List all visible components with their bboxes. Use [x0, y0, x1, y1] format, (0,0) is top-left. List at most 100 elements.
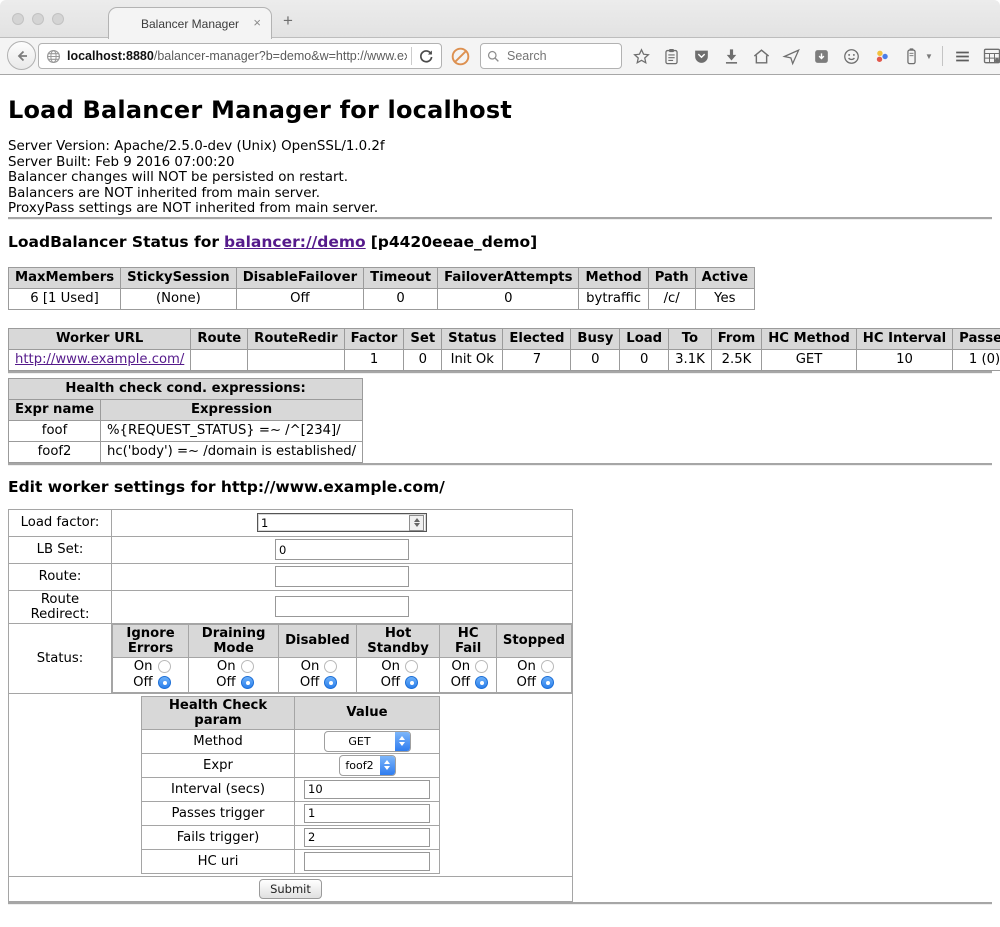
- hc-passes-label: Passes trigger: [142, 801, 295, 825]
- window-close-button[interactable]: [12, 13, 24, 25]
- window-controls: [12, 13, 64, 25]
- url-text: localhost:8880/balancer-manager?b=demo&w…: [67, 49, 407, 63]
- reader-grid-icon[interactable]: [982, 46, 1000, 67]
- divider: [8, 371, 992, 374]
- route-row: Route:: [9, 563, 573, 590]
- search-input[interactable]: [505, 48, 615, 64]
- proxypass-notice-line: ProxyPass settings are NOT inherited fro…: [8, 201, 992, 217]
- edit-worker-form: Load factor: 1 LB Set: Route: Route Redi…: [8, 509, 573, 902]
- hamburger-menu-icon[interactable]: [952, 46, 973, 67]
- hc-uri-input[interactable]: [304, 852, 430, 871]
- page-title: Load Balancer Manager for localhost: [8, 96, 992, 124]
- hc-interval-label: Interval (secs): [142, 777, 295, 801]
- hc-fail-on-radio[interactable]: [475, 660, 488, 673]
- lb-status-data-row: 6 [1 Used] (None) Off 0 0 bytraffic /c/ …: [9, 288, 755, 309]
- lb-status-heading: LoadBalancer Status forbalancer://demo[p…: [8, 233, 992, 251]
- hc-method-label: Method: [142, 729, 295, 753]
- select-stepper-icon: [380, 756, 395, 775]
- draining-mode-on-radio[interactable]: [241, 660, 254, 673]
- status-label: Status:: [9, 623, 112, 693]
- route-input[interactable]: [275, 566, 409, 587]
- stopped-off-radio[interactable]: [541, 676, 554, 689]
- globe-icon: [46, 49, 61, 64]
- bookmark-star-icon[interactable]: [631, 46, 652, 67]
- search-icon: [487, 50, 500, 63]
- divider: [8, 463, 992, 466]
- route-redirect-input[interactable]: [275, 596, 409, 617]
- feedback-smiley-icon[interactable]: [841, 46, 862, 67]
- ignore-errors-off-radio[interactable]: [158, 676, 171, 689]
- divider: [8, 902, 992, 905]
- lb-set-input[interactable]: [275, 539, 409, 560]
- battery-addon-icon[interactable]: [901, 46, 922, 67]
- url-divider: [411, 47, 412, 65]
- load-factor-row: Load factor: 1: [9, 509, 573, 536]
- chevron-down-icon[interactable]: ▼: [925, 52, 933, 61]
- worker-url-link[interactable]: http://www.example.com/: [15, 352, 184, 367]
- tab-bar: Balancer Manager × +: [0, 0, 1000, 38]
- reload-icon[interactable]: [418, 48, 434, 64]
- colorful-dots-addon-icon[interactable]: [871, 46, 892, 67]
- lb-set-label: LB Set:: [9, 536, 112, 563]
- window-minimize-button[interactable]: [32, 13, 44, 25]
- window-zoom-button[interactable]: [52, 13, 64, 25]
- hc-interval-input[interactable]: [304, 780, 430, 799]
- back-arrow-icon: [14, 48, 30, 64]
- hc-expression-row: foof2 hc('body') =~ /domain is establish…: [9, 441, 363, 462]
- downloads-icon[interactable]: [721, 46, 742, 67]
- hc-uri-label: HC uri: [142, 849, 295, 873]
- hc-params-row: Health Check param Value Method GET: [9, 693, 573, 876]
- home-icon[interactable]: [751, 46, 772, 67]
- route-redirect-label: Route Redirect:: [9, 590, 112, 623]
- hc-fails-input[interactable]: [304, 828, 430, 847]
- hot-standby-off-radio[interactable]: [405, 676, 418, 689]
- tab-title: Balancer Manager: [141, 17, 239, 31]
- send-tab-icon[interactable]: [781, 46, 802, 67]
- new-tab-button[interactable]: +: [283, 11, 293, 31]
- server-info: Server Version: Apache/2.5.0-dev (Unix) …: [8, 139, 992, 217]
- status-table: Ignore Errors Draining Mode Disabled Hot…: [112, 624, 572, 693]
- disabled-on-radio[interactable]: [324, 660, 337, 673]
- hc-expressions-header-row: Expr name Expression: [9, 399, 363, 420]
- select-stepper-icon: [395, 732, 410, 751]
- search-bar[interactable]: [480, 43, 622, 69]
- save-to-pocket-icon[interactable]: [811, 46, 832, 67]
- submit-button[interactable]: Submit: [259, 879, 322, 899]
- pocket-icon[interactable]: [691, 46, 712, 67]
- hot-standby-on-radio[interactable]: [405, 660, 418, 673]
- hc-expressions-table: Health check cond. expressions: Expr nam…: [8, 378, 363, 463]
- hc-fail-off-radio[interactable]: [475, 676, 488, 689]
- lb-set-row: LB Set:: [9, 536, 573, 563]
- hc-method-select[interactable]: GET: [324, 731, 411, 752]
- worker-data-row: http://www.example.com/ 1 0 Init Ok 7 0 …: [9, 349, 1000, 370]
- hc-expr-select[interactable]: foof2: [339, 755, 396, 776]
- draining-mode-off-radio[interactable]: [241, 676, 254, 689]
- disabled-off-radio[interactable]: [324, 676, 337, 689]
- tab-close-icon[interactable]: ×: [253, 15, 261, 30]
- number-spinner-icon[interactable]: [409, 515, 424, 531]
- content-block-button[interactable]: [448, 44, 472, 68]
- load-factor-label: Load factor:: [9, 509, 112, 536]
- server-version-line: Server Version: Apache/2.5.0-dev (Unix) …: [8, 139, 992, 155]
- lb-status-header-row: MaxMembers StickySession DisableFailover…: [9, 267, 755, 288]
- hc-passes-input[interactable]: [304, 804, 430, 823]
- balancer-demo-link[interactable]: balancer://demo: [224, 233, 366, 251]
- tab-balancer-manager[interactable]: Balancer Manager ×: [108, 7, 272, 39]
- balancer-manager-page: Load Balancer Manager for localhost Serv…: [0, 75, 1000, 927]
- url-bar[interactable]: localhost:8880/balancer-manager?b=demo&w…: [38, 43, 442, 69]
- hc-expr-label: Expr: [142, 753, 295, 777]
- route-redirect-row: Route Redirect:: [9, 590, 573, 623]
- load-factor-input[interactable]: 1: [257, 513, 427, 532]
- edit-worker-heading: Edit worker settings for http://www.exam…: [8, 478, 992, 496]
- back-button[interactable]: [7, 41, 36, 70]
- ignore-errors-on-radio[interactable]: [158, 660, 171, 673]
- bookmarks-clipboard-icon[interactable]: [661, 46, 682, 67]
- route-label: Route:: [9, 563, 112, 590]
- worker-header-row: Worker URL Route RouteRedir Factor Set S…: [9, 328, 1000, 349]
- hc-expression-row: foof %{REQUEST_STATUS} =~ /^[234]/: [9, 420, 363, 441]
- toolbar-icons: ▼: [631, 37, 1000, 75]
- lb-status-table: MaxMembers StickySession DisableFailover…: [8, 267, 755, 310]
- stopped-on-radio[interactable]: [541, 660, 554, 673]
- hc-params-table: Health Check param Value Method GET: [141, 696, 440, 874]
- browser-window: Balancer Manager × + localhost:8880/bala…: [0, 0, 1000, 927]
